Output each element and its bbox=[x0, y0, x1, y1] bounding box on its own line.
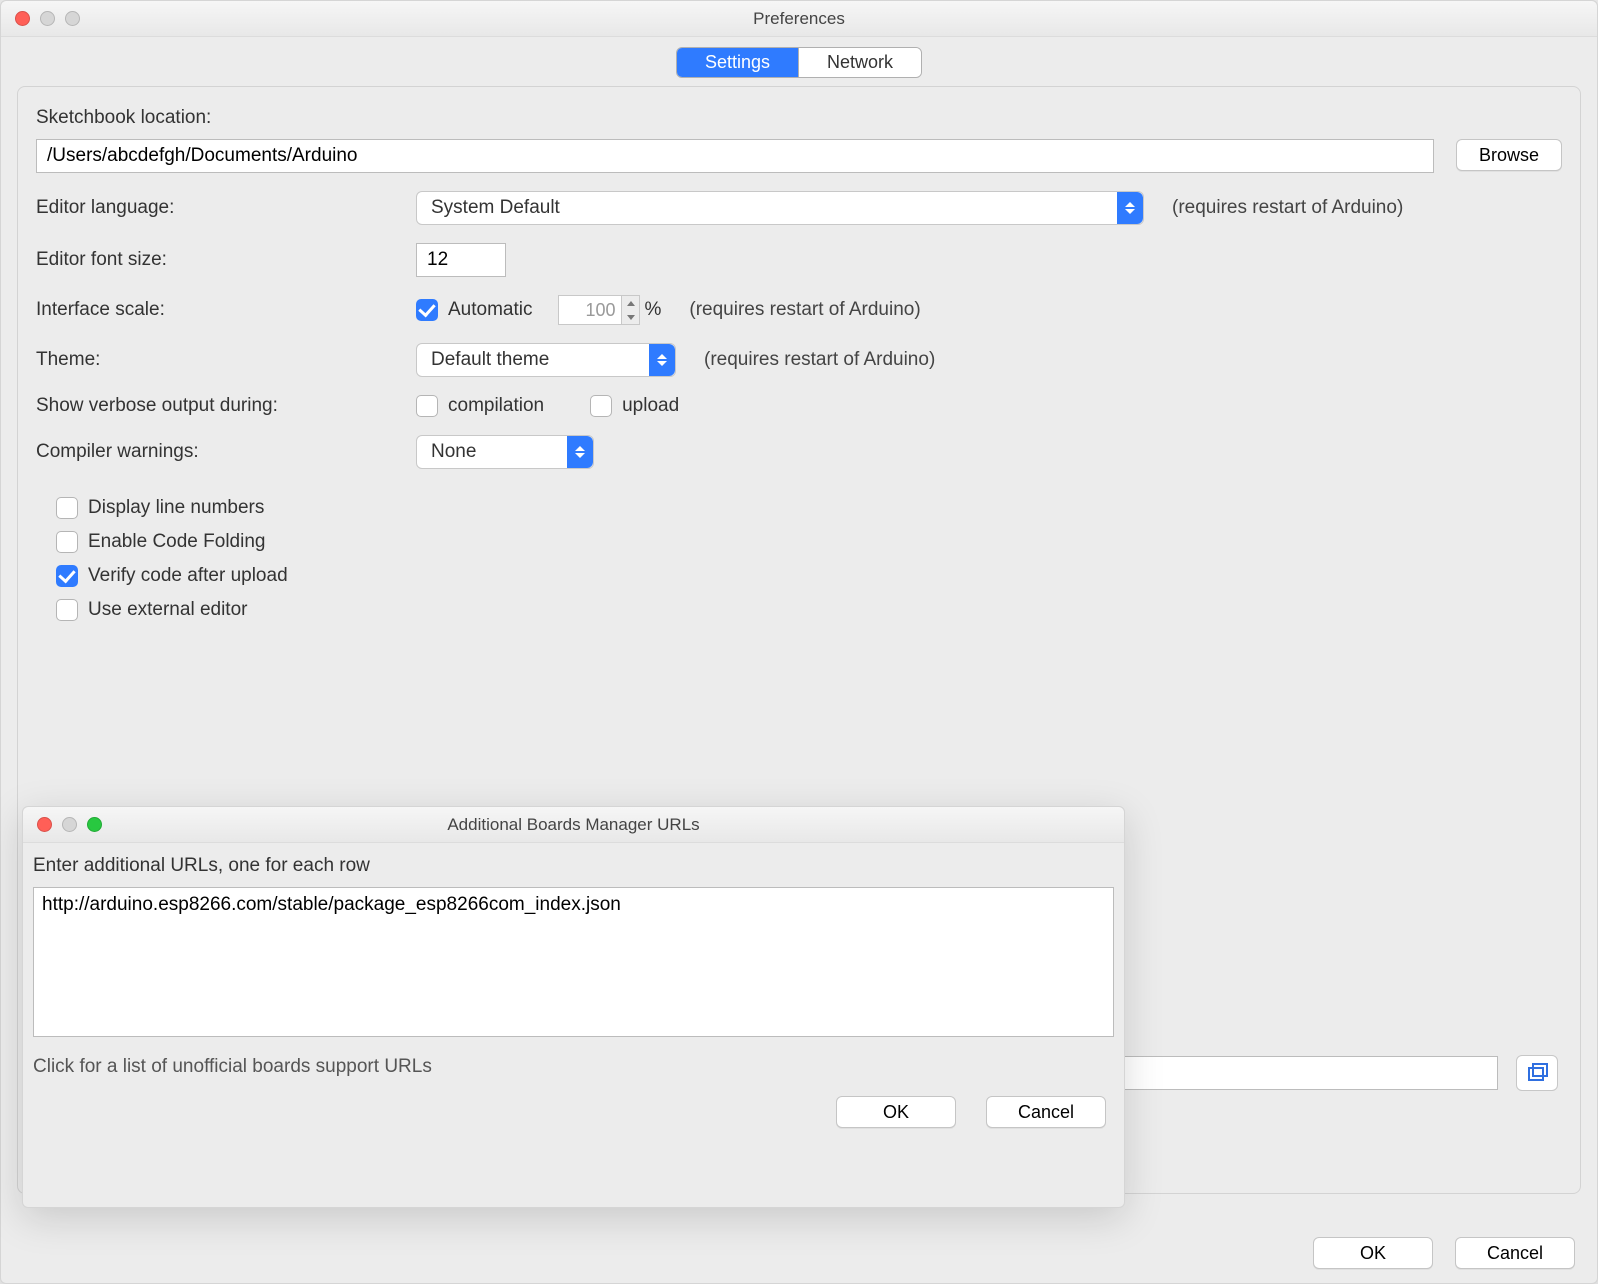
verbose-compilation-label: compilation bbox=[448, 395, 544, 417]
theme-value: Default theme bbox=[431, 349, 549, 371]
browse-button[interactable]: Browse bbox=[1456, 139, 1562, 171]
verbose-upload-checkbox[interactable] bbox=[590, 395, 612, 417]
editor-language-value: System Default bbox=[431, 197, 560, 219]
modal-cancel-button[interactable]: Cancel bbox=[986, 1096, 1106, 1128]
interface-scale-value[interactable] bbox=[558, 295, 622, 325]
zoom-icon[interactable] bbox=[87, 817, 102, 832]
theme-select[interactable]: Default theme bbox=[416, 343, 676, 377]
option-verify-upload: Verify code after upload bbox=[36, 565, 1562, 587]
modal-titlebar: Additional Boards Manager URLs bbox=[23, 807, 1124, 843]
modal-title: Additional Boards Manager URLs bbox=[23, 815, 1124, 835]
editor-language-hint: (requires restart of Arduino) bbox=[1172, 197, 1403, 219]
ok-button[interactable]: OK bbox=[1313, 1237, 1433, 1269]
close-icon[interactable] bbox=[15, 11, 30, 26]
option-line-numbers: Display line numbers bbox=[36, 497, 1562, 519]
external-editor-checkbox[interactable] bbox=[56, 599, 78, 621]
sketchbook-path-input[interactable] bbox=[36, 139, 1434, 173]
modal-traffic-lights bbox=[23, 817, 102, 832]
interface-scale-stepper[interactable] bbox=[558, 295, 640, 325]
theme-hint: (requires restart of Arduino) bbox=[704, 349, 935, 371]
tab-settings[interactable]: Settings bbox=[677, 48, 799, 77]
chevron-updown-icon bbox=[1117, 192, 1143, 224]
external-editor-label: Use external editor bbox=[88, 599, 247, 621]
editor-language-label: Editor language: bbox=[36, 197, 416, 219]
verbose-upload-label: upload bbox=[622, 395, 679, 417]
compiler-warnings-value: None bbox=[431, 441, 476, 463]
zoom-icon[interactable] bbox=[65, 11, 80, 26]
editor-language-select[interactable]: System Default bbox=[416, 191, 1144, 225]
modal-footer: OK Cancel bbox=[33, 1096, 1114, 1128]
minimize-icon[interactable] bbox=[62, 817, 77, 832]
open-urls-dialog-button[interactable] bbox=[1516, 1055, 1558, 1091]
verbose-label: Show verbose output during: bbox=[36, 395, 416, 417]
tab-network[interactable]: Network bbox=[799, 48, 921, 77]
titlebar: Preferences bbox=[1, 1, 1597, 37]
editor-fontsize-input[interactable] bbox=[416, 243, 506, 277]
verify-upload-checkbox[interactable] bbox=[56, 565, 78, 587]
stepper-arrows-icon[interactable] bbox=[622, 295, 640, 325]
preferences-footer: OK Cancel bbox=[1313, 1237, 1575, 1269]
code-folding-label: Enable Code Folding bbox=[88, 531, 265, 553]
chevron-updown-icon bbox=[649, 344, 675, 376]
interface-scale-auto-checkbox[interactable] bbox=[416, 299, 438, 321]
traffic-lights bbox=[1, 11, 80, 26]
percent-label: % bbox=[644, 299, 661, 321]
line-numbers-label: Display line numbers bbox=[88, 497, 264, 519]
editor-fontsize-label: Editor font size: bbox=[36, 249, 416, 271]
tab-segmented: Settings Network bbox=[676, 47, 922, 78]
compiler-warnings-label: Compiler warnings: bbox=[36, 441, 416, 463]
unofficial-list-link[interactable]: Click for a list of unofficial boards su… bbox=[33, 1056, 1114, 1078]
chevron-updown-icon bbox=[567, 436, 593, 468]
sketchbook-label: Sketchbook location: bbox=[36, 107, 416, 129]
verbose-compilation-checkbox[interactable] bbox=[416, 395, 438, 417]
line-numbers-checkbox[interactable] bbox=[56, 497, 78, 519]
modal-body: Enter additional URLs, one for each row … bbox=[23, 843, 1124, 1140]
close-icon[interactable] bbox=[37, 817, 52, 832]
additional-urls-dialog: Additional Boards Manager URLs Enter add… bbox=[22, 806, 1125, 1208]
compiler-warnings-select[interactable]: None bbox=[416, 435, 594, 469]
code-folding-checkbox[interactable] bbox=[56, 531, 78, 553]
option-code-folding: Enable Code Folding bbox=[36, 531, 1562, 553]
interface-scale-hint: (requires restart of Arduino) bbox=[689, 299, 920, 321]
tab-bar: Settings Network bbox=[1, 37, 1597, 86]
cancel-button[interactable]: Cancel bbox=[1455, 1237, 1575, 1269]
interface-scale-auto-label: Automatic bbox=[448, 299, 532, 321]
urls-textarea[interactable] bbox=[33, 887, 1114, 1037]
interface-scale-label: Interface scale: bbox=[36, 299, 416, 321]
modal-prompt: Enter additional URLs, one for each row bbox=[33, 855, 1114, 877]
modal-ok-button[interactable]: OK bbox=[836, 1096, 956, 1128]
window-icon bbox=[1526, 1062, 1548, 1084]
option-external-editor: Use external editor bbox=[36, 599, 1562, 621]
theme-label: Theme: bbox=[36, 349, 416, 371]
window-title: Preferences bbox=[1, 9, 1597, 29]
minimize-icon[interactable] bbox=[40, 11, 55, 26]
verify-upload-label: Verify code after upload bbox=[88, 565, 288, 587]
